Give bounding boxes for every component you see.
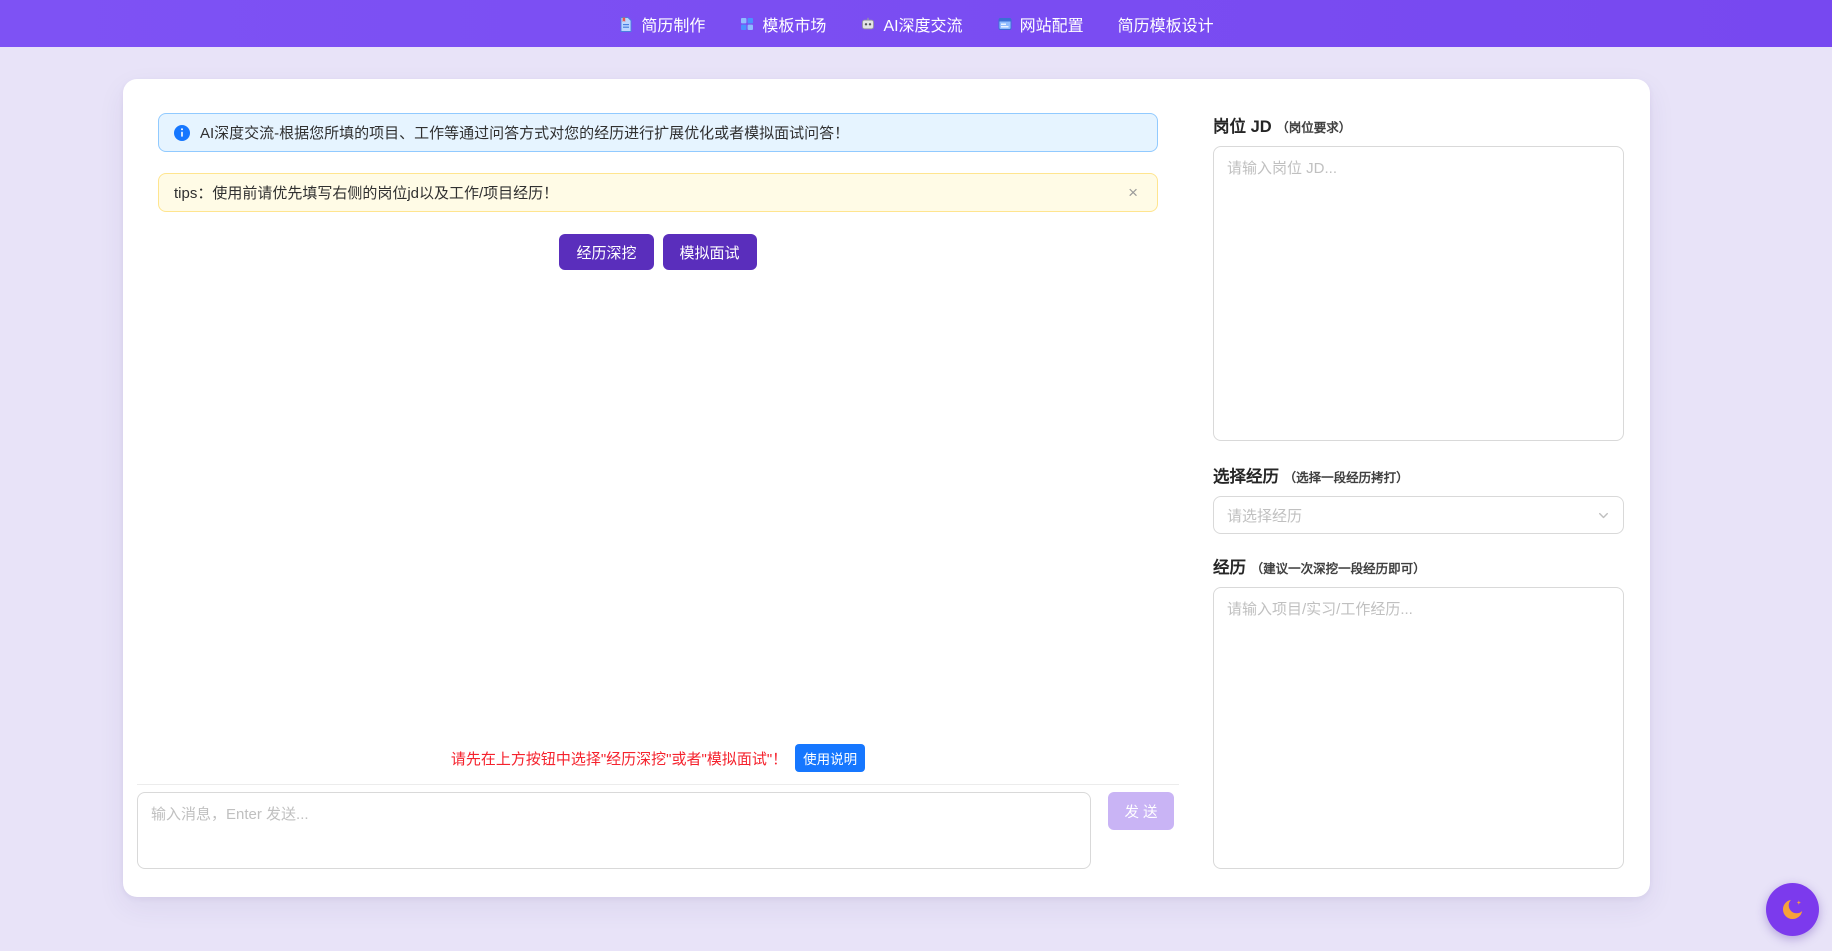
experience-select[interactable]: 请选择经历 xyxy=(1213,496,1624,534)
nav-item-label: 简历模板设计 xyxy=(1118,12,1214,36)
dark-mode-toggle-button[interactable] xyxy=(1766,883,1819,936)
top-navigation: 简历制作 模板市场 AI深度交流 xyxy=(0,0,1832,47)
form-panel: 岗位 JD （岗位要求） 选择经历 （选择一段经历拷打） 请选择经历 经历 （建… xyxy=(1213,113,1624,869)
select-experience-label-sub: （选择一段经历拷打） xyxy=(1284,471,1409,485)
nav-item-template-design[interactable]: 简历模板设计 xyxy=(1101,0,1231,47)
moon-icon xyxy=(1779,896,1806,923)
nav-item-label: 网站配置 xyxy=(1020,12,1084,36)
market-icon xyxy=(739,16,755,32)
empty-hint-text: 请先在上方按钮中选择"经历深挖"或者"模拟面试"！ xyxy=(451,748,787,769)
nav-item-template-market[interactable]: 模板市场 xyxy=(722,0,843,47)
experience-label-sub: （建议一次深挖一段经历即可） xyxy=(1251,562,1426,576)
select-experience-label: 选择经历 （选择一段经历拷打） xyxy=(1213,463,1624,487)
input-divider xyxy=(137,784,1179,785)
experience-textarea[interactable] xyxy=(1213,587,1624,869)
main-card: AI深度交流-根据您所填的项目、工作等通过问答方式对您的经历进行扩展优化或者模拟… xyxy=(123,79,1650,897)
chevron-down-icon xyxy=(1597,509,1610,522)
jd-label: 岗位 JD （岗位要求） xyxy=(1213,113,1624,137)
nav-item-resume-builder[interactable]: 简历制作 xyxy=(601,0,722,47)
deep-dig-button[interactable]: 经历深挖 xyxy=(559,234,653,270)
close-icon[interactable]: × xyxy=(1124,182,1142,203)
send-button[interactable]: 发 送 xyxy=(1108,792,1174,830)
chat-message-area xyxy=(137,270,1179,744)
tips-banner-text: tips：使用前请优先填写右侧的岗位jd以及工作/项目经历！ xyxy=(174,182,558,203)
site-config-icon xyxy=(997,16,1013,32)
message-input-row: 发 送 xyxy=(137,792,1179,869)
mock-interview-button[interactable]: 模拟面试 xyxy=(663,234,757,270)
nav-item-ai-chat[interactable]: AI深度交流 xyxy=(843,0,979,47)
info-banner-text: AI深度交流-根据您所填的项目、工作等通过问答方式对您的经历进行扩展优化或者模拟… xyxy=(200,122,849,143)
mode-buttons-row: 经历深挖 模拟面试 xyxy=(158,234,1158,270)
experience-select-value: 请选择经历 xyxy=(1227,505,1302,526)
nav-item-label: 简历制作 xyxy=(641,12,705,36)
empty-hint-row: 请先在上方按钮中选择"经历深挖"或者"模拟面试"！ 使用说明 xyxy=(137,744,1179,772)
usage-guide-button[interactable]: 使用说明 xyxy=(795,744,865,772)
info-icon xyxy=(174,125,190,141)
nav-item-label: 模板市场 xyxy=(762,12,826,36)
nav-item-label: AI深度交流 xyxy=(883,12,962,36)
experience-label: 经历 （建议一次深挖一段经历即可） xyxy=(1213,554,1624,578)
resume-icon xyxy=(618,16,634,32)
message-input[interactable] xyxy=(137,792,1091,869)
nav-item-site-config[interactable]: 网站配置 xyxy=(980,0,1101,47)
jd-textarea[interactable] xyxy=(1213,146,1624,441)
chat-panel: AI深度交流-根据您所填的项目、工作等通过问答方式对您的经历进行扩展优化或者模拟… xyxy=(137,113,1179,869)
info-banner: AI深度交流-根据您所填的项目、工作等通过问答方式对您的经历进行扩展优化或者模拟… xyxy=(158,113,1158,152)
tips-banner: tips：使用前请优先填写右侧的岗位jd以及工作/项目经历！ × xyxy=(158,173,1158,212)
jd-label-sub: （岗位要求） xyxy=(1276,121,1351,135)
robot-icon xyxy=(860,16,876,32)
